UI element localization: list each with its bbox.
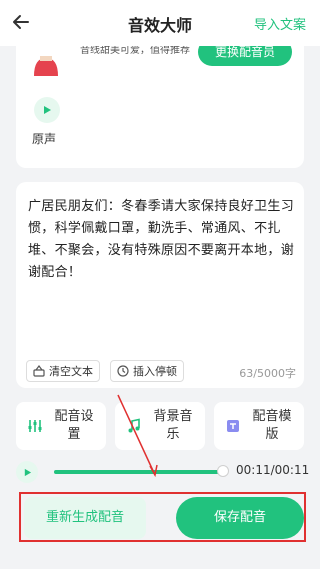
regenerate-voice-button[interactable]: 重新生成配音: [24, 497, 146, 539]
text-editor-card: 广居民朋友们：冬春季请大家保持良好卫生习惯，科学佩戴口罩，勤洗手、常通风、不扎堆…: [16, 182, 304, 388]
import-text-button[interactable]: 导入文案: [254, 14, 306, 33]
save-voice-button[interactable]: 保存配音: [176, 497, 304, 539]
play-preview-button[interactable]: [16, 461, 38, 483]
progress-fill: [54, 470, 222, 474]
equalizer-icon: [24, 415, 46, 437]
top-bar: 音效大师 导入文案: [0, 0, 320, 46]
play-icon: [24, 468, 31, 476]
insert-pause-button[interactable]: 插入停顿: [110, 360, 184, 382]
clear-text-button[interactable]: 清空文本: [26, 360, 100, 382]
voice-template-button[interactable]: 配音模版: [214, 402, 304, 450]
music-note-icon: [123, 415, 145, 437]
character-count: 63/5000字: [239, 367, 296, 380]
play-icon: [44, 106, 51, 114]
eraser-icon: [33, 365, 45, 377]
play-original-button[interactable]: [34, 97, 60, 123]
progress-bar[interactable]: [54, 470, 222, 474]
clock-icon: [117, 365, 129, 377]
back-arrow-icon[interactable]: [8, 9, 34, 35]
script-textarea[interactable]: 广居民朋友们：冬春季请大家保持良好卫生习惯，科学佩戴口罩，勤洗手、常通风、不扎堆…: [28, 196, 300, 284]
voice-settings-label: 配音设置: [54, 409, 94, 442]
clear-text-label: 清空文本: [49, 365, 93, 378]
voice-settings-button[interactable]: 配音设置: [16, 402, 106, 450]
background-music-button[interactable]: 背景音乐: [115, 402, 205, 450]
original-audio-label: 原声: [32, 132, 57, 146]
voice-card: 音线甜美可爱，值得推荐 更换配音员 原声: [16, 28, 304, 168]
insert-pause-label: 插入停顿: [133, 365, 177, 378]
background-music-label: 背景音乐: [153, 409, 193, 442]
voice-template-label: 配音模版: [252, 409, 292, 442]
template-icon: [222, 415, 244, 437]
voice-description: 音线甜美可爱，值得推荐: [80, 45, 190, 56]
progress-knob[interactable]: [217, 465, 229, 477]
playback-time: 00:11/00:11: [236, 463, 310, 477]
